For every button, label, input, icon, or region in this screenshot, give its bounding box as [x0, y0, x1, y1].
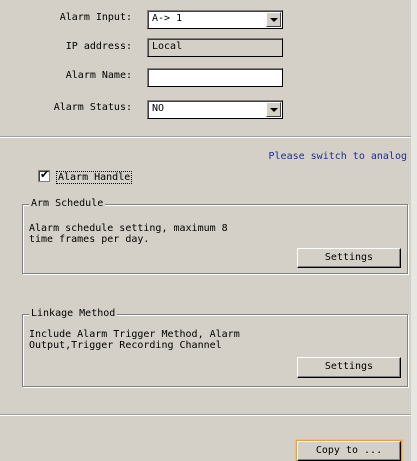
alarm-handle-checkbox[interactable]: [38, 168, 50, 182]
alarm-input-value: A-> 1: [152, 13, 183, 24]
alarm-handle-label[interactable]: Alarm Handle: [56, 171, 133, 184]
chevron-down-icon[interactable]: [266, 12, 281, 27]
arm-schedule-settings-label: Settings: [324, 252, 374, 263]
alarm-input-label: Alarm Input:: [59, 12, 132, 23]
alarm-name-label: Alarm Name:: [65, 70, 132, 81]
divider: [0, 136, 411, 138]
arm-schedule-description: Alarm schedule setting, maximum 8 time f…: [29, 223, 228, 245]
alarm-input-select[interactable]: A-> 1: [147, 10, 283, 29]
copy-to-button[interactable]: Copy to ...: [296, 440, 402, 461]
alarm-status-value: NO: [152, 103, 165, 114]
analog-hint-text: Please switch to analog: [268, 151, 407, 162]
arm-schedule-settings-button[interactable]: Settings: [297, 248, 401, 268]
ip-address-value: Local: [152, 41, 183, 52]
linkage-method-group: Linkage Method Include Alarm Trigger Met…: [22, 308, 408, 387]
linkage-method-title: Linkage Method: [29, 308, 118, 319]
linkage-settings-button[interactable]: Settings: [297, 357, 401, 378]
alarm-status-label: Alarm Status:: [53, 102, 132, 113]
linkage-method-description: Include Alarm Trigger Method, Alarm Outp…: [29, 329, 240, 351]
alarm-name-input[interactable]: [147, 68, 283, 87]
arm-schedule-group: Arm Schedule Alarm schedule setting, max…: [22, 198, 408, 274]
divider: [0, 414, 411, 416]
panel-edge: [411, 0, 417, 461]
ip-address-label: IP address:: [65, 41, 132, 52]
arm-schedule-title: Arm Schedule: [29, 198, 106, 209]
alarm-status-select[interactable]: NO: [147, 100, 283, 119]
linkage-settings-label: Settings: [324, 361, 374, 372]
copy-to-label: Copy to ...: [315, 445, 383, 456]
chevron-down-icon[interactable]: [266, 102, 281, 117]
ip-address-field: Local: [147, 38, 283, 57]
